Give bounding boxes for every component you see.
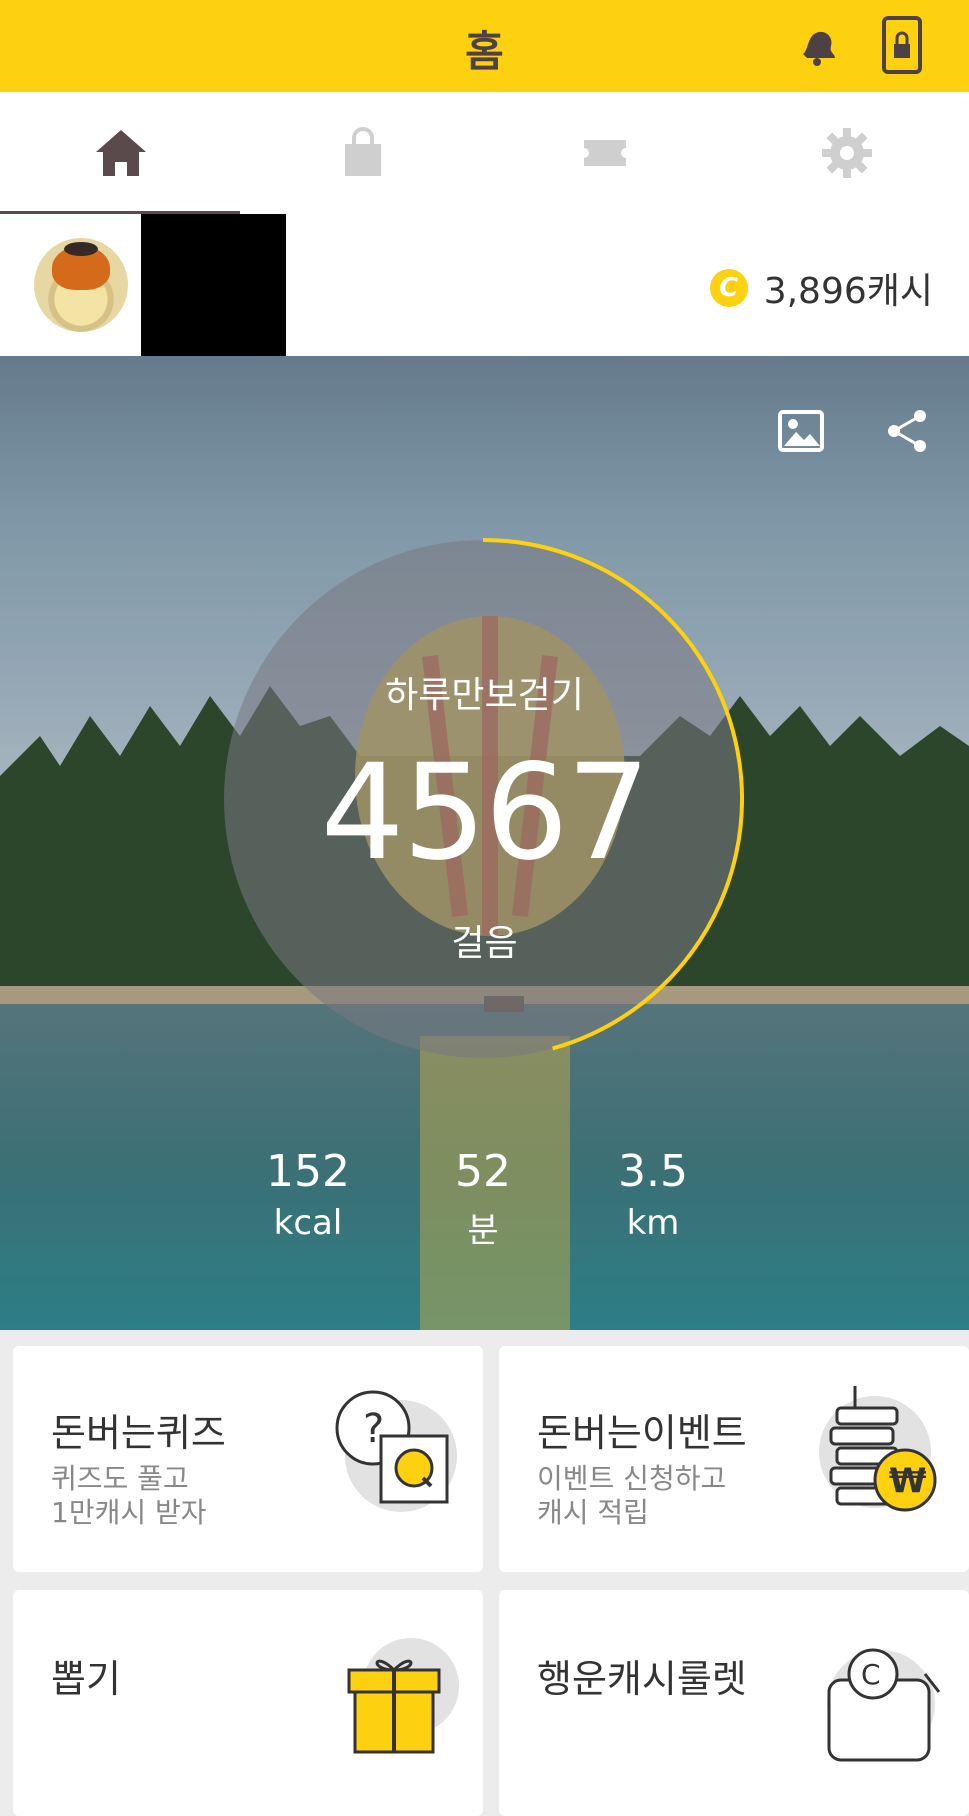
card-quiz-subtitle-line2: 1만캐시 받자 <box>51 1496 207 1529</box>
card-quiz-title: 돈버는퀴즈 <box>51 1411 226 1455</box>
card-event-subtitle: 이벤트 신청하고 캐시 적립 <box>537 1462 726 1530</box>
card-quiz-subtitle: 퀴즈도 풀고 1만캐시 받자 <box>51 1462 207 1530</box>
card-event-subtitle-line1: 이벤트 신청하고 <box>537 1462 727 1495</box>
coin-stack-icon: ₩ <box>819 1386 937 1512</box>
card-lottery[interactable]: 뽑기 <box>13 1590 483 1816</box>
top-app-bar: 홈 <box>0 0 969 92</box>
gear-icon <box>822 128 872 178</box>
ticket-icon <box>584 140 626 166</box>
card-event-title: 돈버는이벤트 <box>537 1411 747 1455</box>
card-lottery-title: 뽑기 <box>51 1657 121 1701</box>
steps-title: 하루만보걷기 <box>385 675 584 716</box>
coin-icon: C <box>709 269 748 307</box>
tab-bar <box>0 92 969 217</box>
share-icon[interactable] <box>882 406 932 456</box>
cash-balance[interactable]: C 3,896캐시 <box>709 262 933 314</box>
step-counter-hero: 하루만보걷기 4567 걸음 152 kcal 52 분 3.5 km <box>0 356 969 1330</box>
steps-unit: 걸음 <box>451 923 518 964</box>
cash-amount: 3,896캐시 <box>763 271 933 312</box>
shopping-bag-icon <box>345 127 381 176</box>
stat-calories-unit: kcal <box>273 1203 343 1243</box>
stat-minutes-unit: 분 <box>467 1211 499 1251</box>
home-icon <box>96 130 146 176</box>
redacted-username <box>141 214 286 359</box>
card-quiz-subtitle-line1: 퀴즈도 풀고 <box>51 1462 189 1495</box>
card-quiz[interactable]: 돈버는퀴즈 퀴즈도 풀고 1만캐시 받자 ? <box>13 1346 483 1572</box>
tab-settings[interactable] <box>726 92 968 214</box>
phone-lock-icon[interactable] <box>882 16 922 74</box>
svg-text:C: C <box>861 1658 881 1691</box>
avatar[interactable] <box>34 238 128 332</box>
stat-distance-unit: km <box>626 1203 680 1243</box>
roulette-icon: C <box>827 1648 941 1762</box>
tab-home[interactable] <box>0 92 242 214</box>
stat-distance-value: 3.5 <box>618 1146 688 1197</box>
stat-distance: 3.5 km <box>573 1146 733 1243</box>
steps-count: 4567 <box>320 736 651 890</box>
gift-icon <box>347 1638 459 1754</box>
card-event-subtitle-line2: 캐시 적립 <box>537 1496 649 1529</box>
svg-text:₩: ₩ <box>889 1461 927 1501</box>
tab-coupon[interactable] <box>484 92 726 214</box>
stat-calories-value: 152 <box>266 1146 350 1197</box>
stat-minutes: 52 분 <box>403 1146 563 1252</box>
card-event[interactable]: 돈버는이벤트 이벤트 신청하고 캐시 적립 ₩ <box>499 1346 969 1572</box>
profile-row: C 3,896캐시 <box>0 214 969 359</box>
card-roulette-title: 행운캐시룰렛 <box>537 1657 747 1701</box>
card-roulette[interactable]: 행운캐시룰렛 C <box>499 1590 969 1816</box>
tab-shop[interactable] <box>242 92 484 214</box>
stat-minutes-value: 52 <box>455 1146 511 1197</box>
stat-calories: 152 kcal <box>228 1146 388 1243</box>
quiz-icon: ? <box>335 1390 457 1512</box>
image-icon[interactable] <box>776 406 826 456</box>
bell-icon[interactable] <box>795 24 839 68</box>
